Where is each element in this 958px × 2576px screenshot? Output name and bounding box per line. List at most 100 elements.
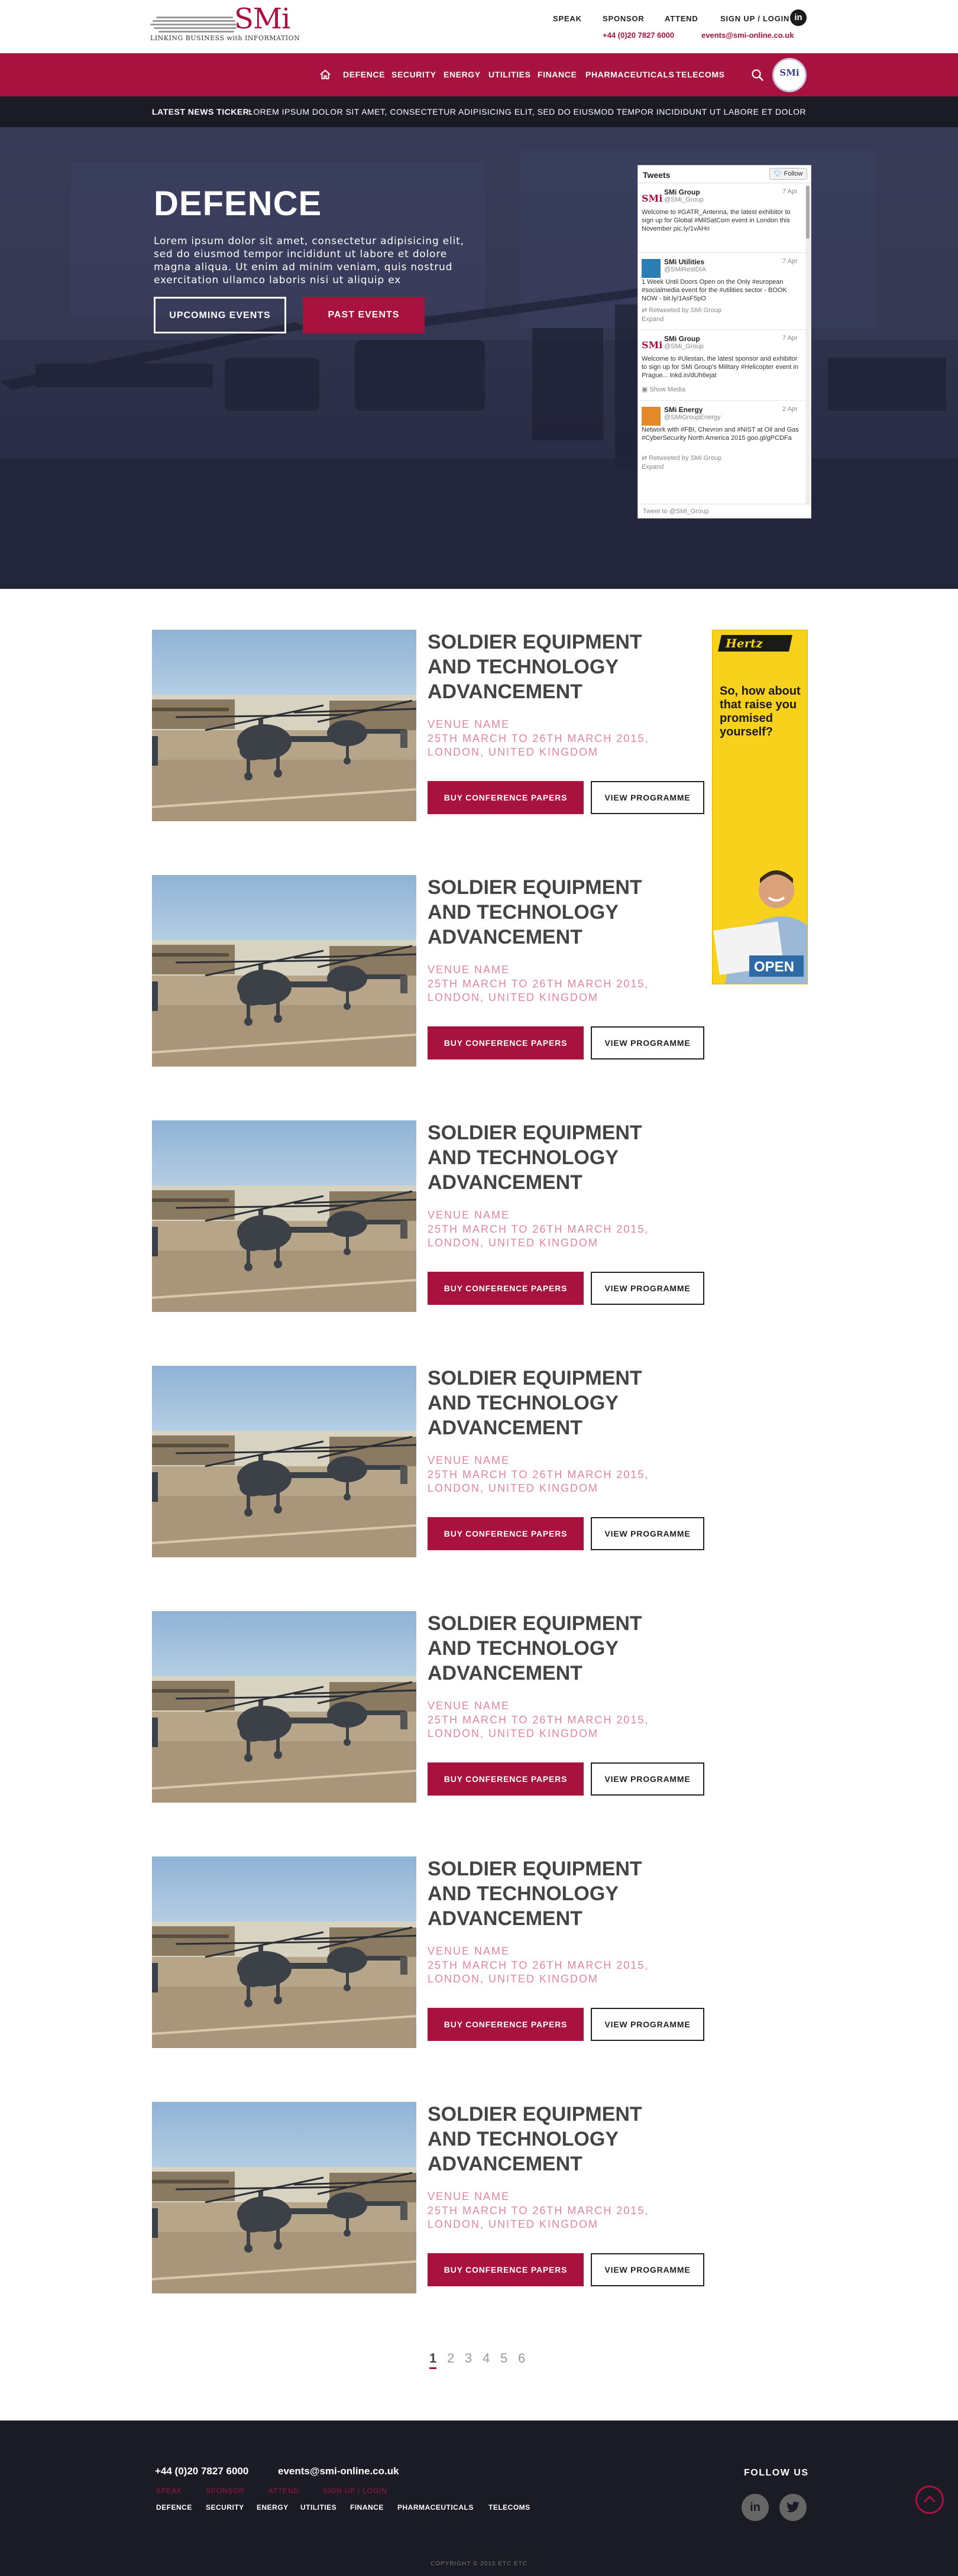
view-programme-button[interactable]: VIEW PROGRAMME	[591, 2253, 704, 2286]
footer-link-pharmaceuticals[interactable]: PHARMACEUTICALS	[397, 2503, 474, 2512]
hertz-logo: Hertz	[718, 635, 792, 652]
event-title[interactable]: SOLDIER EQUIPMENT AND TECHNOLOGY ADVANCE…	[428, 1611, 682, 1686]
event-image[interactable]	[152, 630, 416, 821]
nav-security[interactable]: SECURITY	[391, 70, 436, 79]
follow-label: Follow	[784, 170, 803, 177]
footer-link-finance[interactable]: FINANCE	[350, 2503, 384, 2512]
show-media-link[interactable]: ▣ Show Media	[642, 385, 685, 393]
buy-conference-papers-button[interactable]: BUY CONFERENCE PAPERS	[428, 1272, 584, 1305]
top-nav-speak[interactable]: SPEAK	[553, 14, 582, 23]
event-venue: VENUE NAME	[428, 964, 510, 976]
nav-utilities[interactable]: UTILITIES	[488, 70, 531, 79]
footer-link-security[interactable]: SECURITY	[206, 2503, 244, 2512]
tweet-item[interactable]: SMi SMi Group @SMi_Group 7 Apr Welcome t…	[638, 331, 805, 401]
buy-conference-papers-button[interactable]: BUY CONFERENCE PAPERS	[428, 2253, 584, 2286]
event-title[interactable]: SOLDIER EQUIPMENT AND TECHNOLOGY ADVANCE…	[428, 875, 682, 950]
tweet-item[interactable]: SMi Energy @SMiGroupEnergy 2 Apr Network…	[638, 402, 805, 478]
buy-conference-papers-button[interactable]: BUY CONFERENCE PAPERS	[428, 1517, 584, 1550]
page-2-link[interactable]: 2	[447, 2351, 454, 2366]
page-4-link[interactable]: 4	[483, 2351, 490, 2366]
event-card: SOLDIER EQUIPMENT AND TECHNOLOGY ADVANCE…	[152, 875, 720, 1067]
tweet-author[interactable]: SMi Utilities	[664, 258, 704, 266]
event-venue: VENUE NAME	[428, 718, 510, 730]
event-card: SOLDIER EQUIPMENT AND TECHNOLOGY ADVANCE…	[152, 1120, 720, 1312]
buy-conference-papers-button[interactable]: BUY CONFERENCE PAPERS	[428, 1762, 584, 1796]
expand-link[interactable]: Expand	[642, 464, 664, 471]
footer-link-attend[interactable]: ATTEND	[268, 2487, 299, 2495]
footer-link-utilities[interactable]: UTILITIES	[300, 2503, 336, 2512]
past-events-button[interactable]: PAST EVENTS	[303, 297, 425, 333]
top-nav-sponsor[interactable]: SPONSOR	[603, 14, 645, 23]
twitter-icon[interactable]	[779, 2494, 807, 2521]
news-ticker: LATEST NEWS TICKER: LOREM IPSUM DOLOR SI…	[0, 96, 958, 127]
event-image[interactable]	[152, 1856, 416, 2048]
header-phone[interactable]: +44 (0)20 7827 6000	[603, 31, 674, 40]
event-image[interactable]	[152, 1366, 416, 1557]
view-programme-button[interactable]: VIEW PROGRAMME	[591, 1517, 704, 1550]
page-6-link[interactable]: 6	[518, 2351, 525, 2366]
expand-link[interactable]: Expand	[642, 316, 664, 323]
page-3-link[interactable]: 3	[465, 2351, 472, 2366]
page-1-link[interactable]: 1	[429, 2351, 436, 2366]
nav-pharmaceuticals[interactable]: PHARMACEUTICALS	[585, 70, 675, 79]
buy-conference-papers-button[interactable]: BUY CONFERENCE PAPERS	[428, 1026, 584, 1059]
event-image[interactable]	[152, 1120, 416, 1312]
buy-conference-papers-button[interactable]: BUY CONFERENCE PAPERS	[428, 2008, 584, 2041]
event-title[interactable]: SOLDIER EQUIPMENT AND TECHNOLOGY ADVANCE…	[428, 1856, 682, 1931]
event-badge-logo[interactable]: SMi	[772, 58, 807, 92]
footer-link-defence[interactable]: DEFENCE	[156, 2503, 192, 2512]
footer-phone[interactable]: +44 (0)20 7827 6000	[155, 2465, 248, 2477]
buy-conference-papers-button[interactable]: BUY CONFERENCE PAPERS	[428, 781, 584, 814]
view-programme-button[interactable]: VIEW PROGRAMME	[591, 2008, 704, 2041]
nav-finance[interactable]: FINANCE	[538, 70, 577, 79]
nav-defence[interactable]: DEFENCE	[343, 70, 385, 79]
home-icon[interactable]	[319, 69, 331, 80]
event-title[interactable]: SOLDIER EQUIPMENT AND TECHNOLOGY ADVANCE…	[428, 1120, 682, 1195]
page-5-link[interactable]: 5	[500, 2351, 507, 2366]
footer-link-speak[interactable]: SPEAK	[156, 2487, 182, 2495]
event-image[interactable]	[152, 875, 416, 1067]
tweet-time: 7 Apr	[782, 188, 798, 195]
back-to-top-button[interactable]	[915, 2486, 944, 2514]
upcoming-events-button[interactable]: UPCOMING EVENTS	[154, 297, 286, 333]
tweet-author[interactable]: SMi Group	[664, 335, 700, 343]
event-dates: 25TH MARCH TO 26TH MARCH 2015, LONDON, U…	[428, 1959, 649, 1985]
view-programme-button[interactable]: VIEW PROGRAMME	[591, 1272, 704, 1305]
view-programme-button[interactable]: VIEW PROGRAMME	[591, 1026, 704, 1059]
tweet-to-link[interactable]: Tweet to @SMi_Group	[638, 504, 811, 518]
smi-energy-avatar	[642, 407, 661, 426]
nav-energy[interactable]: ENERGY	[444, 70, 481, 79]
tweet-item[interactable]: SMi SMi Group @SMi_Group 7 Apr Welcome t…	[638, 184, 805, 253]
nav-telecoms[interactable]: TELECOMS	[676, 70, 725, 79]
tweet-author[interactable]: SMi Group	[664, 188, 700, 196]
chevron-up-icon	[923, 2495, 936, 2503]
footer-link-telecoms[interactable]: TELECOMS	[488, 2503, 530, 2512]
footer-link-sign-up-login[interactable]: SIGN UP / LOGIN	[323, 2487, 387, 2495]
view-programme-button[interactable]: VIEW PROGRAMME	[591, 781, 704, 814]
ticker-text[interactable]: LOREM IPSUM DOLOR SIT AMET, CONSECTETUR …	[248, 107, 807, 116]
tweet-text: 1 Week Until Doors Open on the Only #eur…	[642, 278, 787, 302]
event-title[interactable]: SOLDIER EQUIPMENT AND TECHNOLOGY ADVANCE…	[428, 2102, 682, 2176]
twitter-follow-button[interactable]: 🐦︎ Follow	[769, 168, 807, 180]
event-image[interactable]	[152, 1611, 416, 1803]
tweet-handle: @SMi_Group	[664, 196, 704, 203]
view-programme-button[interactable]: VIEW PROGRAMME	[591, 1762, 704, 1796]
event-image[interactable]	[152, 2102, 416, 2293]
footer-link-energy[interactable]: ENERGY	[257, 2503, 289, 2512]
top-nav-sign-up-login[interactable]: SIGN UP / LOGIN	[720, 14, 789, 23]
tweet-item[interactable]: SMi Utilities @SMiRestDIA 7 Apr 1 Week U…	[638, 254, 805, 330]
page-title: DEFENCE	[154, 184, 322, 223]
header-email[interactable]: events@smi-online.co.uk	[701, 31, 794, 40]
linkedin-icon[interactable]: in	[742, 2494, 769, 2521]
event-title[interactable]: SOLDIER EQUIPMENT AND TECHNOLOGY ADVANCE…	[428, 630, 682, 704]
hertz-advertisement[interactable]: Hertz So, how about that raise you promi…	[712, 630, 808, 984]
event-title[interactable]: SOLDIER EQUIPMENT AND TECHNOLOGY ADVANCE…	[428, 1366, 682, 1440]
footer-link-sponsor[interactable]: SPONSOR	[206, 2487, 245, 2495]
linkedin-icon[interactable]: in	[790, 9, 807, 26]
search-icon[interactable]	[751, 69, 764, 82]
hero-description: Lorem ipsum dolor sit amet, consectetur …	[154, 235, 464, 286]
top-nav-attend[interactable]: ATTEND	[665, 14, 698, 23]
twitter-widget-scrollbar[interactable]	[805, 184, 810, 504]
tweet-author[interactable]: SMi Energy	[664, 406, 703, 414]
footer-email[interactable]: events@smi-online.co.uk	[278, 2465, 399, 2477]
